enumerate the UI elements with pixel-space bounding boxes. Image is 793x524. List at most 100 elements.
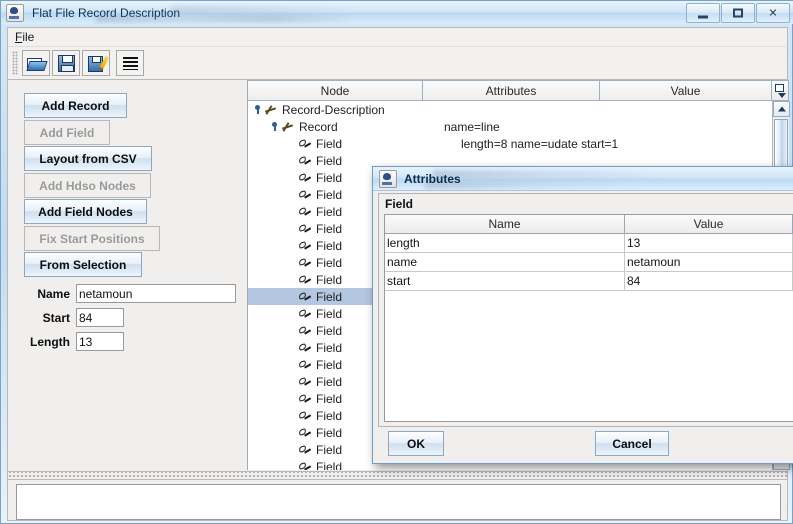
node-icon — [281, 121, 295, 133]
field-icon — [298, 274, 312, 286]
toolbar-drag-handle[interactable] — [12, 51, 18, 75]
name-input[interactable] — [76, 284, 236, 303]
tree-row[interactable]: Record name=line — [248, 118, 772, 135]
attr-column-header-value[interactable]: Value — [625, 215, 793, 234]
menu-item-file[interactable]: File — [8, 28, 41, 46]
field-icon — [298, 393, 312, 405]
save-button[interactable] — [52, 50, 80, 76]
left-control-panel: Add Record Add Field Layout from CSV Add… — [8, 80, 247, 470]
attributes-table: Name Value length 13 name netamoun start 84 — [384, 214, 793, 422]
field-icon — [298, 308, 312, 320]
field-icon — [298, 240, 312, 252]
field-icon — [298, 444, 312, 456]
scroll-up-icon[interactable] — [773, 101, 790, 117]
window-controls: ✕ — [686, 3, 790, 23]
start-label: Start — [42, 310, 70, 325]
field-icon — [298, 138, 312, 150]
fix-start-positions-button: Fix Start Positions — [24, 226, 160, 251]
tree-node-label: Field — [316, 442, 343, 457]
field-icon — [298, 325, 312, 337]
save-as-button[interactable] — [82, 50, 110, 76]
expand-toggle-icon[interactable] — [252, 104, 263, 115]
add-record-button[interactable]: Add Record — [24, 93, 127, 118]
floppy-pencil-save-as-icon — [87, 55, 109, 72]
ok-button[interactable]: OK — [388, 431, 444, 456]
tree-node-label: Field — [316, 459, 343, 471]
application-window: Flat File Record Description ✕ File Add … — [0, 0, 793, 524]
field-icon — [298, 376, 312, 388]
tree-node-label: Field — [316, 323, 343, 338]
attr-name-cell[interactable]: length — [385, 234, 625, 253]
cancel-button[interactable]: Cancel — [595, 431, 669, 456]
attributes-table-row[interactable]: length 13 — [385, 234, 793, 253]
field-icon — [298, 461, 312, 471]
column-settings-icon[interactable] — [772, 80, 789, 101]
lines-list-icon — [122, 56, 138, 70]
java-coffee-cup-icon — [6, 3, 24, 22]
field-icon — [298, 291, 312, 303]
title-bar: Flat File Record Description ✕ — [1, 1, 793, 24]
tree-node-label: Field — [316, 408, 343, 423]
title-bar-ghost-text-2 — [171, 6, 361, 13]
attr-column-header-name[interactable]: Name — [385, 215, 625, 234]
tree-node-label: Field — [316, 391, 343, 406]
menu-bar: File — [7, 27, 788, 46]
start-input[interactable] — [76, 308, 124, 327]
java-coffee-cup-icon — [379, 169, 397, 188]
tree-row[interactable]: Record-Description — [248, 101, 772, 118]
column-header-node[interactable]: Node — [248, 80, 423, 101]
attributes-table-body: length 13 name netamoun start 84 — [385, 234, 793, 291]
minimize-button[interactable] — [686, 3, 720, 23]
close-button[interactable]: ✕ — [756, 3, 790, 23]
attr-name-cell[interactable]: name — [385, 253, 625, 272]
from-selection-button[interactable]: From Selection — [24, 252, 142, 277]
attr-value-cell[interactable]: 84 — [625, 272, 793, 291]
attr-value-cell[interactable]: 13 — [625, 234, 793, 253]
split-pane-divider[interactable] — [7, 472, 788, 479]
toolbar — [7, 46, 788, 80]
floppy-save-icon — [57, 54, 75, 72]
node-icon — [264, 104, 278, 116]
add-field-nodes-button[interactable]: Add Field Nodes — [24, 199, 147, 224]
bottom-text-area[interactable] — [16, 484, 781, 520]
tree-node-label: Record-Description — [282, 102, 385, 117]
tree-node-cell: Field — [248, 137, 461, 151]
maximize-button[interactable] — [721, 3, 755, 23]
tree-node-label: Field — [316, 187, 343, 202]
window-title: Flat File Record Description — [32, 5, 181, 20]
expand-toggle-icon[interactable] — [269, 121, 280, 132]
attributes-table-row[interactable]: start 84 — [385, 272, 793, 291]
field-icon — [298, 189, 312, 201]
length-input[interactable] — [76, 332, 124, 351]
field-icon — [298, 359, 312, 371]
dialog-body: Field Name Value length 13 name netamoun sta… — [378, 193, 793, 427]
window-frame: Flat File Record Description ✕ File Add … — [0, 0, 793, 524]
open-file-button[interactable] — [22, 50, 50, 76]
list-view-button[interactable] — [116, 50, 144, 76]
attr-name-cell[interactable]: start — [385, 272, 625, 291]
layout-from-csv-button[interactable]: Layout from CSV — [24, 146, 152, 171]
tree-row[interactable]: Field length=8 name=udate start=1 — [248, 135, 772, 152]
tree-table-header: Node Attributes Value — [248, 80, 789, 101]
dialog-title-bar: Attributes — [373, 167, 793, 191]
add-field-button: Add Field — [24, 120, 110, 145]
column-header-attributes[interactable]: Attributes — [423, 80, 600, 101]
tree-node-label: Field — [316, 170, 343, 185]
attr-value-cell[interactable]: netamoun — [625, 253, 793, 272]
add-hdso-nodes-button: Add Hdso Nodes — [24, 173, 151, 198]
attributes-table-row[interactable]: name netamoun — [385, 253, 793, 272]
column-header-value[interactable]: Value — [600, 80, 772, 101]
tree-node-label: Field — [316, 204, 343, 219]
tree-node-label: Field — [316, 374, 343, 389]
